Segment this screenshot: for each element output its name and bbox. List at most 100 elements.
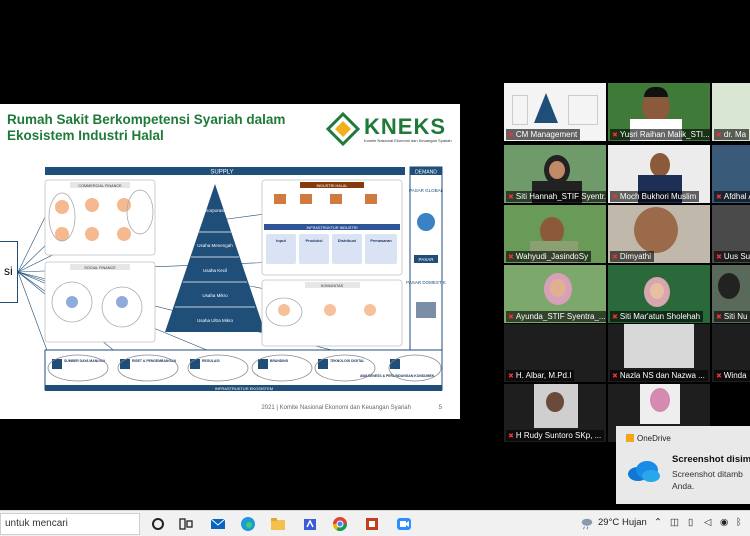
volume-icon[interactable]: ◁ <box>704 517 711 528</box>
participant-name: H Rudy Suntoro SKp, ... <box>515 431 602 440</box>
mic-muted-icon: ✖ <box>508 132 514 139</box>
pasar-global-label: PASAR GLOBAL <box>409 188 444 193</box>
participant-name: Dimyathi <box>619 252 651 261</box>
participant-name: Ayunda_STIF Syentra_... <box>515 312 606 321</box>
bottom-teknologi: TEKNOLOGI DIGITAL <box>330 359 364 363</box>
kneks-emblem-icon <box>325 111 361 147</box>
kneks-logo: KNEKS Komite Nasional Ekonomi dan Keuang… <box>325 111 454 147</box>
onedrive-app-icon <box>626 434 634 442</box>
mic-muted-icon: ✖ <box>612 314 618 321</box>
onedrive-cloud-icon <box>628 461 660 482</box>
webcam-icon[interactable]: ◉ <box>720 517 728 528</box>
pyramid-level-4: Usaha Mikro <box>202 293 228 298</box>
slide-title: Rumah Sakit Berkompetensi Syariah dalam … <box>7 112 307 144</box>
participant-tile[interactable]: ✖ Nazla NS dan Nazwa ... <box>608 324 710 382</box>
show-hidden-icons-icon[interactable]: ⌃ <box>654 517 662 528</box>
taskbar-search-box[interactable]: untuk mencari <box>0 513 140 535</box>
battery-icon[interactable]: ▯ <box>688 517 693 528</box>
slide-footer-org: 2021 | Komite Nasional Ekonomi dan Keuan… <box>261 405 411 411</box>
zoom-app-icon[interactable] <box>396 516 412 532</box>
participant-name: Siti Hannah_STIF Syentr... <box>515 192 606 201</box>
participant-name: Afdhal Ali <box>723 192 750 201</box>
edge-browser-icon[interactable] <box>240 516 256 532</box>
task-view-icon[interactable] <box>178 516 194 532</box>
slide-footer: 2021 | Komite Nasional Ekonomi dan Keuan… <box>261 405 442 411</box>
participant-name: Siti Mar'atun Sholehah <box>619 312 701 321</box>
chain-input: Input <box>276 238 286 243</box>
bottom-branding: BRANDING <box>270 359 289 363</box>
infrastruktur-ekosistem-label: INFRASTRUKTUR EKOSISTEM <box>215 386 273 391</box>
store-app-icon[interactable] <box>302 516 318 532</box>
windows-taskbar: untuk mencari 29°C Hujan ⌃ ◫ ▯ ◁ ◉ ᛒ <box>0 510 750 536</box>
network-icon[interactable]: ◫ <box>670 517 679 528</box>
participant-tile[interactable]: ✖Afdhal Ali <box>712 145 750 203</box>
participant-tile[interactable]: ✖ Wahyudi_JasindoSy <box>504 205 606 263</box>
pyramid-level-1: Korporasi <box>205 208 224 213</box>
participant-name: Siti Nu <box>723 312 748 321</box>
mail-icon[interactable] <box>210 516 226 532</box>
participant-name: Wahyudi_JasindoSy <box>515 252 589 261</box>
participant-tile[interactable]: ✖ Siti Nu <box>712 265 750 323</box>
bottom-regulasi: REGULASI <box>202 359 220 363</box>
industri-halal-label: INDUSTRI HALAL <box>316 184 347 188</box>
participant-tile[interactable]: ✖ Moch Bukhori Muslim <box>608 145 710 203</box>
mic-muted-icon: ✖ <box>508 373 514 380</box>
commercial-finance-label: COMMERCIAL FINANCE <box>78 184 122 188</box>
file-explorer-icon[interactable] <box>270 516 286 532</box>
mic-muted-icon: ✖ <box>612 194 618 201</box>
participant-tile[interactable]: ✖ H Rudy Suntoro SKp, ... <box>504 384 606 442</box>
participant-name: CM Management <box>515 130 578 139</box>
mic-muted-icon: ✖ <box>612 373 618 380</box>
participant-tile[interactable]: ✖ Yusri Raihan Malik_STI... <box>608 83 710 141</box>
notification-app-name: OneDrive <box>637 434 671 443</box>
zoom-meeting-screen: Rumah Sakit Berkompetensi Syariah dalam … <box>0 0 750 536</box>
ecosystem-diagram: SUPPLY DEMAND PASAR GLOBAL PASAR PASAR D… <box>17 166 446 391</box>
participant-tile[interactable]: ✖ CM Management <box>504 83 606 141</box>
pyramid-level-3: Usaha Kecil <box>203 268 227 273</box>
chain-pemasaran: Pemasaran <box>370 238 392 243</box>
slide-title-line1: Rumah Sakit Berkompetensi Syariah dalam <box>7 112 286 127</box>
notification-body: Screenshot ditamb Anda. <box>672 468 743 492</box>
participant-name: Moch Bukhori Muslim <box>619 192 697 201</box>
komunitas-label: KOMUNITAS <box>321 284 344 288</box>
pyramid-level-5: Usaha Ultra Mikro <box>197 318 234 323</box>
participant-tile[interactable]: ✖ Ayunda_STIF Syentra_... <box>504 265 606 323</box>
social-finance-label: SOCIAL FINANCE <box>84 266 116 270</box>
participant-tile[interactable]: ✖ dr. Ma <box>712 83 750 141</box>
notification-body-line2: Anda. <box>672 481 695 491</box>
slide-page-number: 5 <box>438 405 442 411</box>
participant-tile[interactable]: ✖ Uus Su <box>712 205 750 263</box>
participant-tile[interactable]: ✖ Siti Hannah_STIF Syentr... <box>504 145 606 203</box>
participant-tile[interactable]: ✖ Siti Mar'atun Sholehah <box>608 265 710 323</box>
logo-subtitle: Komite Nasional Ekonomi dan Keuangan Sya… <box>364 138 452 143</box>
supply-label: SUPPLY <box>210 170 233 176</box>
participant-name: Yusri Raihan Malik_STI... <box>619 130 710 139</box>
infrastruktur-industri-label: INFRASTRUKTUR INDUSTRI <box>306 226 357 230</box>
mic-muted-icon: ✖ <box>508 314 514 321</box>
bluetooth-icon[interactable]: ᛒ <box>736 517 742 528</box>
weather-rain-icon[interactable] <box>580 517 594 531</box>
chrome-icon[interactable] <box>332 516 348 532</box>
participant-name: Uus Su <box>723 252 750 261</box>
onedrive-notification[interactable]: OneDrive Screenshot disimp Screenshot di… <box>616 426 750 504</box>
slide-callout: si <box>0 241 18 303</box>
mic-muted-icon: ✖ <box>612 132 618 139</box>
participant-tile[interactable]: ✖ Winda <box>712 324 750 382</box>
weather-condition[interactable]: Hujan <box>622 517 647 528</box>
participant-tile[interactable]: ✖ H. Albar, M.Pd.I <box>504 324 606 382</box>
mic-muted-icon: ✖ <box>716 254 722 261</box>
mic-muted-icon: ✖ <box>716 373 722 380</box>
weather-temperature[interactable]: 29°C <box>598 517 619 528</box>
participant-tile[interactable]: ✖ Dimyathi <box>608 205 710 263</box>
slide-title-line2: Ekosistem Industri Halal <box>7 128 164 143</box>
cortana-icon[interactable] <box>150 516 166 532</box>
bottom-sdm: SUMBER DAYA MANUSIA <box>64 359 106 363</box>
participant-name: H. Albar, M.Pd.I <box>515 371 572 380</box>
notification-title: Screenshot disimp <box>672 454 750 465</box>
participant-name: Nazla NS dan Nazwa ... <box>619 371 705 380</box>
presentation-app-icon[interactable] <box>364 516 380 532</box>
mic-muted-icon: ✖ <box>508 254 514 261</box>
mic-muted-icon: ✖ <box>716 132 722 139</box>
participant-name: Winda <box>723 371 747 380</box>
mic-muted-icon: ✖ <box>508 433 514 440</box>
